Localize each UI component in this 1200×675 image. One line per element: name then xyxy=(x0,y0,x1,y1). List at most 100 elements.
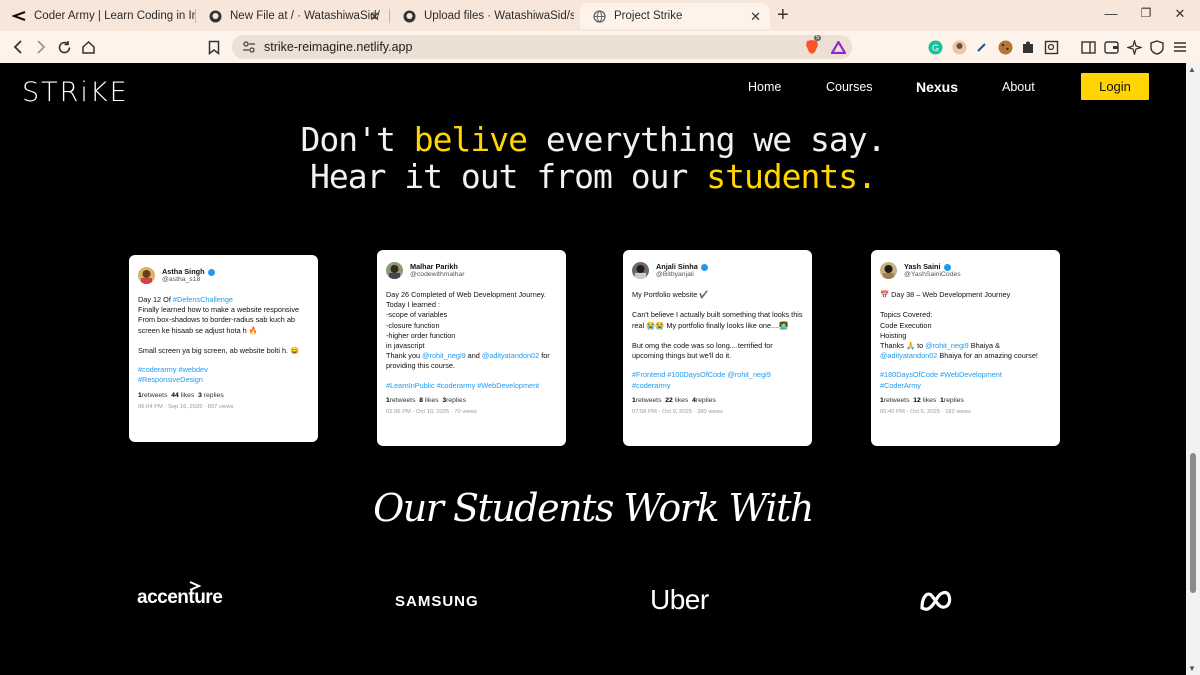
hero-text: everything we say. xyxy=(526,120,887,159)
like-count: 12 xyxy=(913,396,921,404)
close-icon[interactable]: ✕ xyxy=(750,9,761,25)
like-count: 22 xyxy=(665,396,673,404)
screenshot-extension-icon[interactable] xyxy=(1043,39,1059,55)
tab-label: Project Strike xyxy=(614,10,683,22)
stat-label: replies xyxy=(943,396,964,404)
github-icon xyxy=(402,9,416,23)
stat-label: likes xyxy=(180,391,195,399)
hashtag[interactable]: #DefensChallenge xyxy=(173,295,233,304)
tweet-text: Finally learned how to make a website re… xyxy=(138,305,300,356)
restore-icon[interactable]: ❐ xyxy=(1138,6,1154,20)
avatar xyxy=(138,266,155,284)
cookie-extension-icon[interactable] xyxy=(997,39,1013,55)
site-settings-icon[interactable] xyxy=(242,40,256,59)
reload-icon[interactable] xyxy=(55,38,73,56)
nav-about[interactable]: About xyxy=(1002,80,1035,94)
stat-label: retweets xyxy=(389,396,416,404)
vpn-shield-icon[interactable] xyxy=(1149,39,1165,55)
tab-new-file[interactable]: New File at / · WatashiwaSid/strike-cs ✕ xyxy=(196,3,389,29)
hero-highlight: students. xyxy=(706,157,877,196)
window-close-icon[interactable]: ✕ xyxy=(1172,6,1188,22)
login-button[interactable]: Login xyxy=(1081,73,1149,100)
tweet-header: Malhar Parikh @codewithmalhar xyxy=(386,259,557,281)
meta-logo xyxy=(918,588,954,617)
nav-home[interactable]: Home xyxy=(748,80,781,94)
close-icon[interactable]: ✕ xyxy=(369,9,380,25)
strike-logo[interactable]: STRiKE xyxy=(22,77,129,108)
leo-ai-icon[interactable] xyxy=(1126,39,1142,55)
back-icon[interactable] xyxy=(9,38,27,56)
hero-text: Hear it out from our xyxy=(309,157,707,196)
tweet-body: 📅 Day 38 – Web Development Journey Topic… xyxy=(880,290,1051,361)
minimize-icon[interactable]: — xyxy=(1103,6,1119,21)
scroll-thumb[interactable] xyxy=(1190,453,1196,593)
tweet-text: Bhaiya & xyxy=(968,341,1000,351)
tweet-stats: 1retweets 12 likes 1replies xyxy=(880,397,1051,404)
address-bar[interactable]: strike-reimagine.netlify.app xyxy=(232,35,852,59)
mention-link[interactable]: @rohit_negi9 xyxy=(925,341,969,350)
nav-nexus[interactable]: Nexus xyxy=(916,79,958,95)
hero-line-1: Don't belive everything we say. xyxy=(0,120,1186,159)
scroll-down-icon[interactable]: ▼ xyxy=(1188,664,1196,673)
reply-count: 3 xyxy=(198,391,202,399)
user-name: Astha Singh xyxy=(162,267,205,276)
page-scrollbar[interactable]: ▲ ▼ xyxy=(1186,63,1200,675)
globe-icon xyxy=(592,9,606,23)
stat-label: retweets xyxy=(141,391,168,399)
stat-label: likes xyxy=(922,396,937,404)
tweet-stats: 1retweets 44 likes 3 replies xyxy=(138,392,309,399)
menu-icon[interactable] xyxy=(1172,39,1188,55)
user-handle: @Bitbyanjali xyxy=(656,271,694,278)
user-name: Malhar Parikh xyxy=(410,262,458,271)
tweet-meta: 07:58 PM · Oct 9, 2025 · 280 views xyxy=(632,408,723,415)
stat-label: likes xyxy=(424,396,439,404)
wallet-icon[interactable] xyxy=(1103,39,1119,55)
stat-label: likes xyxy=(674,396,689,404)
tweet-hashtags[interactable]: #LearnInPublic #coderarmy #WebDevelopmen… xyxy=(386,381,557,391)
new-tab-button[interactable]: + xyxy=(777,4,789,26)
tab-label: Upload files · WatashiwaSid/strike-cs xyxy=(424,10,574,22)
tweet-hashtags[interactable]: #180DaysOfCode #WebDevelopment #CoderArm… xyxy=(880,370,1051,390)
tab-coder-army[interactable]: Coder Army | Learn Coding in India xyxy=(0,3,195,29)
testimonial-tweet-card[interactable]: Astha Singh @astha_s18 Day 12 Of #Defens… xyxy=(129,255,318,442)
stat-label: replies xyxy=(446,396,467,404)
sidebar-toggle-icon[interactable] xyxy=(1080,39,1096,55)
pen-extension-icon[interactable] xyxy=(974,39,990,55)
stat-label: replies xyxy=(695,396,716,404)
bookmark-icon[interactable] xyxy=(205,38,223,56)
tweet-hashtags[interactable]: #Frontend #100DaysOfCode @rohit_negi9 #c… xyxy=(632,370,803,390)
tweet-body: Day 12 Of #DefensChallenge Finally learn… xyxy=(138,295,309,356)
user-handle: @astha_s18 xyxy=(162,276,201,283)
tweet-hashtags[interactable]: #coderarmy #webdev #ResponsiveDesign xyxy=(138,365,309,385)
like-count: 8 xyxy=(419,396,424,404)
scroll-up-icon[interactable]: ▲ xyxy=(1188,65,1196,74)
accenture-chevron-icon xyxy=(189,581,201,591)
testimonial-tweet-card[interactable]: Yash Saini @YashSainiCodes 📅 Day 38 – We… xyxy=(871,250,1060,446)
puzzle-extension-icon[interactable] xyxy=(1020,39,1036,55)
testimonial-tweet-card[interactable]: Malhar Parikh @codewithmalhar Day 26 Com… xyxy=(377,250,566,446)
tab-project-strike[interactable]: Project Strike ✕ xyxy=(580,3,770,29)
brave-shields-icon[interactable]: 5 xyxy=(804,35,822,55)
grammarly-icon[interactable]: G xyxy=(927,39,943,55)
avatar xyxy=(632,261,649,279)
mention-link[interactable]: @adityatandon02 xyxy=(880,351,937,360)
brave-rewards-icon[interactable] xyxy=(830,39,846,55)
uber-logo: Uber xyxy=(650,584,709,615)
nav-courses[interactable]: Courses xyxy=(826,80,873,94)
tweet-text: 📅 Day 38 – Web Development Journey Topic… xyxy=(880,290,1011,340)
tweet-header: Astha Singh @astha_s18 xyxy=(138,264,309,286)
mention-link[interactable]: @adityatandon02 xyxy=(482,351,539,360)
tweet-stats: 1retweets 22 likes 4replies xyxy=(632,397,803,404)
home-icon[interactable] xyxy=(79,38,97,56)
meta-infinity-icon xyxy=(920,590,952,611)
forward-icon[interactable] xyxy=(32,38,50,56)
verified-badge-icon xyxy=(943,263,951,271)
svg-text:G: G xyxy=(932,43,939,53)
avatar-extension-icon[interactable] xyxy=(951,39,967,55)
tab-upload-files[interactable]: Upload files · WatashiwaSid/strike-cs xyxy=(390,3,582,29)
tweet-stats: 1retweets 8 likes 3replies xyxy=(386,397,557,404)
tweet-body: Day 26 Completed of Web Development Jour… xyxy=(386,290,557,372)
coder-army-favicon-icon xyxy=(12,9,26,23)
mention-link[interactable]: @rohit_negi9 xyxy=(422,351,466,360)
testimonial-tweet-card[interactable]: Anjali Sinha @Bitbyanjali My Portfolio w… xyxy=(623,250,812,446)
